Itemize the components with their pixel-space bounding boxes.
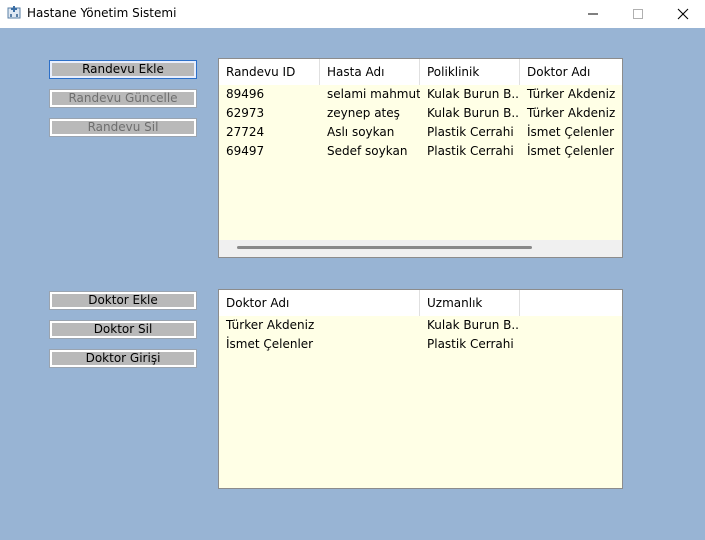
cell-patient-name: zeynep ateş xyxy=(327,106,400,120)
column-header-appointment-id[interactable]: Randevu ID xyxy=(219,59,320,85)
cell-doctor-name: Türker Akdeniz xyxy=(527,106,616,120)
minimize-button[interactable] xyxy=(570,0,616,28)
cell-appointment-id: 89496 xyxy=(226,87,265,101)
cell-patient-name: Aslı soykan xyxy=(327,125,395,139)
app-icon xyxy=(7,6,21,19)
maximize-button[interactable] xyxy=(615,0,661,28)
column-header-doctor-name[interactable]: Doktor Adı xyxy=(219,290,420,316)
cell-clinic: Plastik Cerrahi xyxy=(427,144,514,158)
cell-patient-name: selami mahmut xyxy=(327,87,420,101)
title-bar: Hastane Yönetim Sistemi xyxy=(0,0,705,28)
column-header-clinic[interactable]: Poliklinik xyxy=(420,59,520,85)
close-button[interactable] xyxy=(660,0,705,28)
add-doctor-button[interactable]: Doktor Ekle xyxy=(50,292,196,309)
appointments-table[interactable]: Randevu ID Hasta Adı Poliklinik Doktor A… xyxy=(218,58,623,258)
cell-clinic: Kulak Burun B... xyxy=(427,106,520,120)
column-header-doctor-name[interactable]: Doktor Adı xyxy=(520,59,622,85)
cell-doctor-name: İsmet Çelenler xyxy=(527,125,615,139)
cell-patient-name: Sedef soykan xyxy=(327,144,408,158)
delete-appointment-button[interactable]: Randevu Sil xyxy=(50,119,196,136)
cell-appointment-id: 62973 xyxy=(226,106,265,120)
minimize-icon xyxy=(588,13,598,15)
cell-specialty: Kulak Burun B... xyxy=(427,318,520,332)
close-icon xyxy=(677,8,689,20)
cell-appointment-id: 69497 xyxy=(226,144,265,158)
cell-doctor-name: İsmet Çelenler xyxy=(226,337,314,351)
cell-clinic: Kulak Burun B... xyxy=(427,87,520,101)
doctors-table-header: Doktor Adı Uzmanlık xyxy=(219,290,622,316)
column-header-specialty[interactable]: Uzmanlık xyxy=(420,290,520,316)
doctor-login-button[interactable]: Doktor Girişi xyxy=(50,350,196,367)
scrollbar-thumb[interactable] xyxy=(237,246,532,249)
cell-clinic: Plastik Cerrahi xyxy=(427,125,514,139)
appointments-table-header: Randevu ID Hasta Adı Poliklinik Doktor A… xyxy=(219,59,622,85)
cell-doctor-name: İsmet Çelenler xyxy=(527,144,615,158)
window-title: Hastane Yönetim Sistemi xyxy=(27,6,177,20)
cell-specialty: Plastik Cerrahi xyxy=(427,337,514,351)
column-header-patient-name[interactable]: Hasta Adı xyxy=(320,59,420,85)
cell-appointment-id: 27724 xyxy=(226,125,265,139)
maximize-icon xyxy=(633,9,643,19)
column-header-empty xyxy=(520,290,622,316)
doctors-table[interactable]: Doktor Adı Uzmanlık Türker Akdeniz Kulak… xyxy=(218,289,623,489)
horizontal-scrollbar[interactable] xyxy=(219,240,622,257)
cell-doctor-name: Türker Akdeniz xyxy=(527,87,616,101)
delete-doctor-button[interactable]: Doktor Sil xyxy=(50,321,196,338)
add-appointment-button[interactable]: Randevu Ekle xyxy=(50,61,196,78)
update-appointment-button[interactable]: Randevu Güncelle xyxy=(50,90,196,107)
cell-doctor-name: Türker Akdeniz xyxy=(226,318,315,332)
